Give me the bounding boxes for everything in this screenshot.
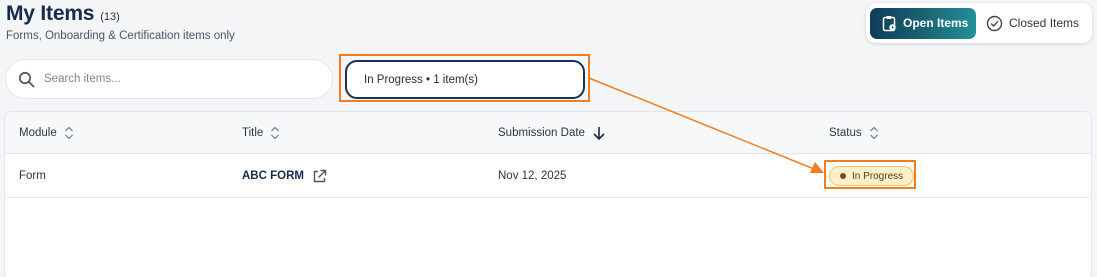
search-icon: [18, 71, 35, 87]
sort-down-icon[interactable]: [592, 125, 606, 141]
column-label: Module: [19, 127, 57, 139]
clipboard-icon: [882, 15, 896, 31]
open-items-label: Open Items: [903, 16, 969, 30]
check-circle-icon: [986, 15, 1003, 31]
status-highlight-box: [824, 160, 916, 189]
table-row[interactable]: Form ABC FORM Nov 12, 2025 In Progress: [5, 154, 1091, 198]
open-items-button[interactable]: Open Items: [870, 7, 976, 39]
column-header-submission-date[interactable]: Submission Date: [498, 112, 606, 154]
sort-icon[interactable]: [869, 125, 879, 141]
closed-items-button[interactable]: Closed Items: [976, 8, 1079, 39]
items-table: Module Title Submission Date Status Form…: [4, 111, 1092, 277]
column-label: Submission Date: [498, 127, 585, 139]
search-input[interactable]: [44, 73, 304, 85]
item-count: (13): [100, 11, 120, 23]
page-subtitle: Forms, Onboarding & Certification items …: [6, 30, 235, 42]
sort-icon[interactable]: [270, 125, 280, 141]
column-header-status[interactable]: Status: [829, 112, 879, 154]
column-label: Status: [829, 127, 862, 139]
page-title: My Items: [6, 2, 95, 25]
external-link-icon[interactable]: [312, 169, 327, 184]
status-filter-label: In Progress • 1 item(s): [364, 73, 478, 86]
column-header-title[interactable]: Title: [242, 112, 280, 154]
items-toggle: Open Items Closed Items: [866, 3, 1092, 43]
table-header: Module Title Submission Date Status: [5, 112, 1091, 154]
cell-module: Form: [19, 170, 46, 182]
column-header-module[interactable]: Module: [19, 112, 74, 154]
column-label: Title: [242, 127, 264, 139]
sort-icon[interactable]: [64, 125, 74, 141]
status-filter-chip[interactable]: In Progress • 1 item(s): [345, 60, 585, 99]
cell-title[interactable]: ABC FORM: [242, 154, 327, 198]
closed-items-label: Closed Items: [1009, 16, 1080, 30]
item-title-link[interactable]: ABC FORM: [242, 170, 304, 182]
cell-submission-date: Nov 12, 2025: [498, 170, 567, 182]
page-header: My Items (13): [6, 2, 120, 26]
search-box[interactable]: [5, 59, 333, 99]
